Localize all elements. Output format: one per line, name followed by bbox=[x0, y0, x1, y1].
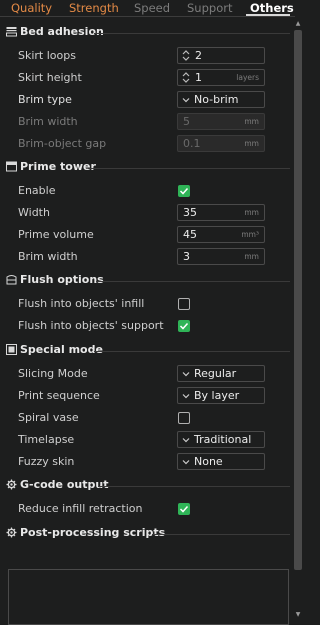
skirt-height-label: Skirt height bbox=[18, 71, 82, 84]
spiral-vase-checkbox[interactable] bbox=[178, 412, 190, 424]
section-title: Bed adhesion bbox=[20, 25, 104, 38]
checkmark-icon bbox=[179, 505, 189, 513]
reduce-infill-retraction-label: Reduce infill retraction bbox=[18, 502, 143, 515]
prime-volume-unit: mm³ bbox=[241, 230, 259, 239]
section-title: G-code output bbox=[20, 478, 109, 491]
flush-support-checkbox[interactable] bbox=[178, 320, 190, 332]
tab-others[interactable]: Others bbox=[250, 1, 294, 15]
print-sequence-label: Print sequence bbox=[18, 389, 100, 402]
fuzzy-skin-label: Fuzzy skin bbox=[18, 455, 75, 468]
skirt-height-value: 1 bbox=[195, 71, 202, 84]
chevron-down-icon bbox=[182, 394, 190, 399]
fuzzy-skin-dropdown[interactable]: None bbox=[177, 453, 265, 470]
chevron-down-icon bbox=[182, 98, 190, 103]
section-divider bbox=[96, 281, 290, 282]
brim-type-label: Brim type bbox=[18, 93, 72, 106]
timelapse-label: Timelapse bbox=[18, 433, 75, 446]
section-divider bbox=[94, 351, 290, 352]
enable-checkbox[interactable] bbox=[178, 185, 190, 197]
section-flush-options: Flush options bbox=[6, 273, 290, 288]
reduce-infill-retraction-checkbox[interactable] bbox=[178, 503, 190, 515]
section-divider bbox=[152, 534, 290, 535]
section-title: Prime tower bbox=[20, 160, 96, 173]
spin-arrows-icon[interactable] bbox=[181, 49, 191, 62]
section-divider bbox=[98, 486, 290, 487]
brim-width-value: 5 bbox=[183, 115, 190, 128]
section-title: Flush options bbox=[20, 273, 104, 286]
fuzzy-skin-value: None bbox=[194, 455, 223, 468]
skirt-height-input[interactable]: 1 layers bbox=[177, 69, 265, 86]
vertical-scrollbar[interactable]: ▲ ▼ bbox=[293, 20, 303, 620]
tab-bar: Quality Strength Speed Support Others bbox=[0, 0, 295, 17]
flush-infill-checkbox[interactable] bbox=[178, 298, 190, 310]
tab-support[interactable]: Support bbox=[187, 1, 232, 15]
prime-volume-input[interactable]: 45 mm³ bbox=[177, 226, 265, 243]
scroll-thumb[interactable] bbox=[294, 30, 302, 570]
brim-type-dropdown[interactable]: No-brim bbox=[177, 91, 265, 108]
brim-object-gap-input: 0.1 mm bbox=[177, 135, 265, 152]
timelapse-value: Traditional bbox=[194, 433, 252, 446]
skirt-loops-input[interactable]: 2 bbox=[177, 47, 265, 64]
active-tab-indicator bbox=[246, 14, 290, 16]
tab-quality[interactable]: Quality bbox=[11, 1, 52, 15]
print-sequence-value: By layer bbox=[194, 389, 240, 402]
slicing-mode-value: Regular bbox=[194, 367, 237, 380]
spin-arrows-icon[interactable] bbox=[181, 71, 191, 84]
tab-strength[interactable]: Strength bbox=[69, 1, 119, 15]
post-processing-scripts-textarea[interactable] bbox=[8, 569, 289, 625]
brim-object-gap-label: Brim-object gap bbox=[18, 137, 107, 150]
brim-type-value: No-brim bbox=[194, 93, 239, 106]
prime-tower-brim-width-value: 3 bbox=[183, 250, 190, 263]
skirt-height-unit: layers bbox=[236, 73, 259, 82]
brim-width-unit: mm bbox=[244, 117, 259, 126]
enable-label: Enable bbox=[18, 184, 56, 197]
checkmark-icon bbox=[179, 322, 189, 330]
timelapse-dropdown[interactable]: Traditional bbox=[177, 431, 265, 448]
bed-adhesion-icon bbox=[6, 27, 17, 37]
prime-tower-brim-width-unit: mm bbox=[244, 252, 259, 261]
prime-tower-brim-width-input[interactable]: 3 mm bbox=[177, 248, 265, 265]
scroll-down-arrow-icon[interactable]: ▼ bbox=[293, 611, 303, 618]
special-mode-icon bbox=[6, 344, 17, 355]
chevron-down-icon bbox=[182, 372, 190, 377]
width-value: 35 bbox=[183, 206, 197, 219]
section-divider bbox=[94, 33, 290, 34]
scroll-up-arrow-icon[interactable]: ▲ bbox=[293, 20, 303, 27]
chevron-down-icon bbox=[182, 438, 190, 443]
slicing-mode-label: Slicing Mode bbox=[18, 367, 88, 380]
checkmark-icon bbox=[179, 187, 189, 195]
skirt-loops-value: 2 bbox=[195, 49, 202, 62]
spiral-vase-label: Spiral vase bbox=[18, 411, 79, 424]
section-gcode-output: G-code output bbox=[6, 478, 290, 493]
prime-volume-label: Prime volume bbox=[18, 228, 94, 241]
section-special-mode: Special mode bbox=[6, 343, 290, 358]
flush-infill-label: Flush into objects' infill bbox=[18, 297, 145, 310]
gear-icon bbox=[6, 527, 17, 538]
flush-support-label: Flush into objects' support bbox=[18, 319, 164, 332]
section-bed-adhesion: Bed adhesion bbox=[6, 25, 290, 40]
print-sequence-dropdown[interactable]: By layer bbox=[177, 387, 265, 404]
brim-width-label: Brim width bbox=[18, 115, 78, 128]
section-divider bbox=[88, 168, 290, 169]
slicing-mode-dropdown[interactable]: Regular bbox=[177, 365, 265, 382]
prime-tower-icon bbox=[6, 161, 17, 172]
prime-tower-brim-width-label: Brim width bbox=[18, 250, 78, 263]
section-prime-tower: Prime tower bbox=[6, 160, 290, 175]
skirt-loops-label: Skirt loops bbox=[18, 49, 76, 62]
brim-width-input: 5 mm bbox=[177, 113, 265, 130]
chevron-down-icon bbox=[182, 460, 190, 465]
section-post-processing: Post-processing scripts bbox=[6, 526, 290, 541]
flush-options-icon bbox=[6, 275, 17, 285]
width-input[interactable]: 35 mm bbox=[177, 204, 265, 221]
brim-object-gap-unit: mm bbox=[244, 139, 259, 148]
prime-volume-value: 45 bbox=[183, 228, 197, 241]
section-title: Special mode bbox=[20, 343, 103, 356]
section-title: Post-processing scripts bbox=[20, 526, 166, 539]
width-label: Width bbox=[18, 206, 50, 219]
brim-object-gap-value: 0.1 bbox=[183, 137, 201, 150]
width-unit: mm bbox=[244, 208, 259, 217]
gear-icon bbox=[6, 479, 17, 490]
tab-speed[interactable]: Speed bbox=[134, 1, 170, 15]
